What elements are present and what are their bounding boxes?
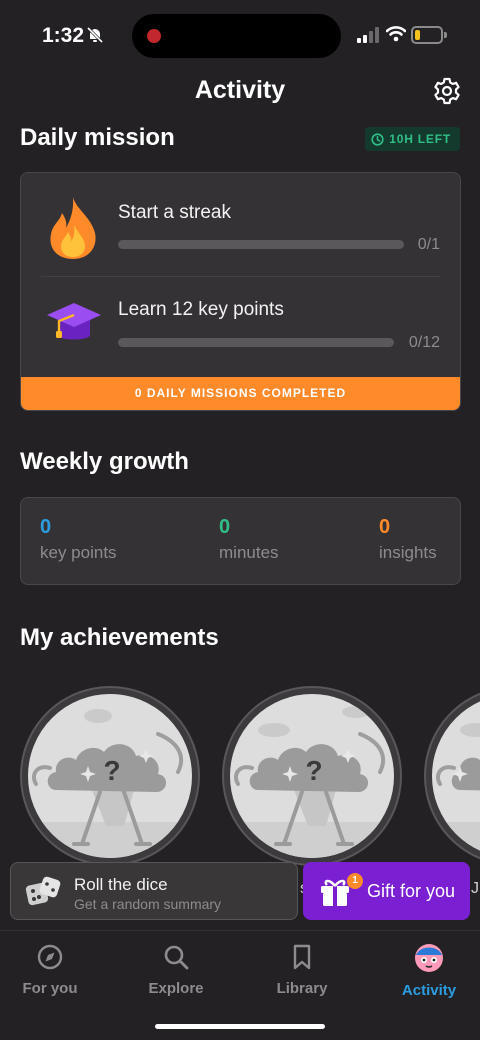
tab-for-you[interactable]: For you bbox=[0, 943, 110, 997]
stat-key-points: 0 key points bbox=[40, 516, 117, 563]
tab-label: Library bbox=[276, 980, 328, 997]
tab-library[interactable]: Library bbox=[242, 943, 362, 997]
graduation-cap-icon bbox=[47, 303, 101, 340]
bookmark-icon bbox=[293, 944, 311, 970]
gift-count-badge: 1 bbox=[347, 873, 363, 889]
badge-question-mark: ? bbox=[305, 755, 322, 786]
mission-item[interactable]: Learn 12 key points 0/12 bbox=[21, 277, 460, 377]
mission-progress-bar bbox=[118, 240, 404, 249]
time-left-badge: 10H LEFT bbox=[365, 127, 460, 151]
missions-completed-banner: 0 DAILY MISSIONS COMPLETED bbox=[21, 377, 460, 410]
avatar-icon bbox=[415, 944, 443, 972]
page-title: Activity bbox=[194, 76, 286, 104]
tab-label: Explore bbox=[148, 980, 204, 997]
roll-dice-button[interactable]: Roll the dice Get a random summary bbox=[10, 862, 298, 920]
flame-icon bbox=[50, 197, 96, 259]
clock-icon bbox=[371, 132, 384, 146]
locked-achievement-badge[interactable]: ? bbox=[22, 688, 198, 864]
signal-icon bbox=[357, 27, 379, 43]
status-bar: 1:32 bbox=[0, 0, 480, 72]
tab-activity[interactable]: Activity bbox=[369, 943, 480, 999]
gift-label: Gift for you bbox=[367, 881, 456, 901]
mission-label: Start a streak bbox=[118, 202, 231, 223]
tab-label: Activity bbox=[401, 982, 457, 999]
mystery-cloud-icon: ? bbox=[230, 706, 394, 858]
achievements-carousel[interactable]: ? ? bbox=[0, 680, 480, 870]
stat-value: 0 bbox=[219, 516, 231, 538]
daily-mission-card: Start a streak 0/1 Learn 12 key points 0… bbox=[20, 172, 461, 411]
achievements-title: My achievements bbox=[20, 624, 219, 651]
mystery-cloud-icon bbox=[432, 723, 480, 858]
stat-label: key points bbox=[40, 543, 117, 562]
mission-progress-bar bbox=[118, 338, 394, 347]
time-left-text: 10H LEFT bbox=[389, 132, 451, 146]
daily-mission-title: Daily mission bbox=[20, 124, 175, 151]
status-time: 1:32 bbox=[42, 24, 85, 47]
mission-item[interactable]: Start a streak 0/1 bbox=[21, 173, 460, 273]
weekly-growth-title: Weekly growth bbox=[20, 448, 189, 475]
roll-dice-title: Roll the dice bbox=[74, 875, 168, 894]
stat-value: 0 bbox=[40, 516, 52, 538]
hidden-text-fragment: J bbox=[471, 880, 479, 897]
stat-minutes: 0 minutes bbox=[219, 516, 279, 563]
mystery-cloud-icon: ? bbox=[28, 709, 192, 858]
mission-count: 0/12 bbox=[408, 334, 440, 351]
battery-icon bbox=[411, 26, 447, 44]
locked-achievement-badge[interactable]: ? bbox=[224, 688, 400, 864]
wifi-icon bbox=[386, 26, 406, 42]
home-indicator bbox=[155, 1024, 325, 1029]
badge-question-mark: ? bbox=[103, 755, 120, 786]
stat-insights: 0 insights bbox=[379, 516, 437, 563]
roll-dice-subtitle: Get a random summary bbox=[74, 896, 222, 912]
stat-value: 0 bbox=[379, 516, 391, 538]
search-icon bbox=[164, 945, 189, 970]
compass-icon bbox=[37, 944, 63, 970]
mission-label: Learn 12 key points bbox=[118, 299, 284, 320]
gear-icon[interactable] bbox=[432, 76, 462, 106]
locked-achievement-badge[interactable] bbox=[426, 688, 480, 864]
bell-muted-icon bbox=[86, 26, 104, 44]
gift-button[interactable]: 1 Gift for you bbox=[303, 862, 470, 920]
mission-count: 0/1 bbox=[417, 236, 440, 253]
weekly-growth-card: 0 key points 0 minutes 0 insights bbox=[20, 497, 461, 585]
stat-label: insights bbox=[379, 543, 437, 562]
dice-icon bbox=[25, 876, 61, 906]
dynamic-island bbox=[132, 14, 341, 58]
tab-label: For you bbox=[22, 980, 78, 997]
recording-indicator bbox=[147, 29, 161, 43]
stat-label: minutes bbox=[219, 543, 279, 562]
tab-explore[interactable]: Explore bbox=[116, 943, 236, 997]
